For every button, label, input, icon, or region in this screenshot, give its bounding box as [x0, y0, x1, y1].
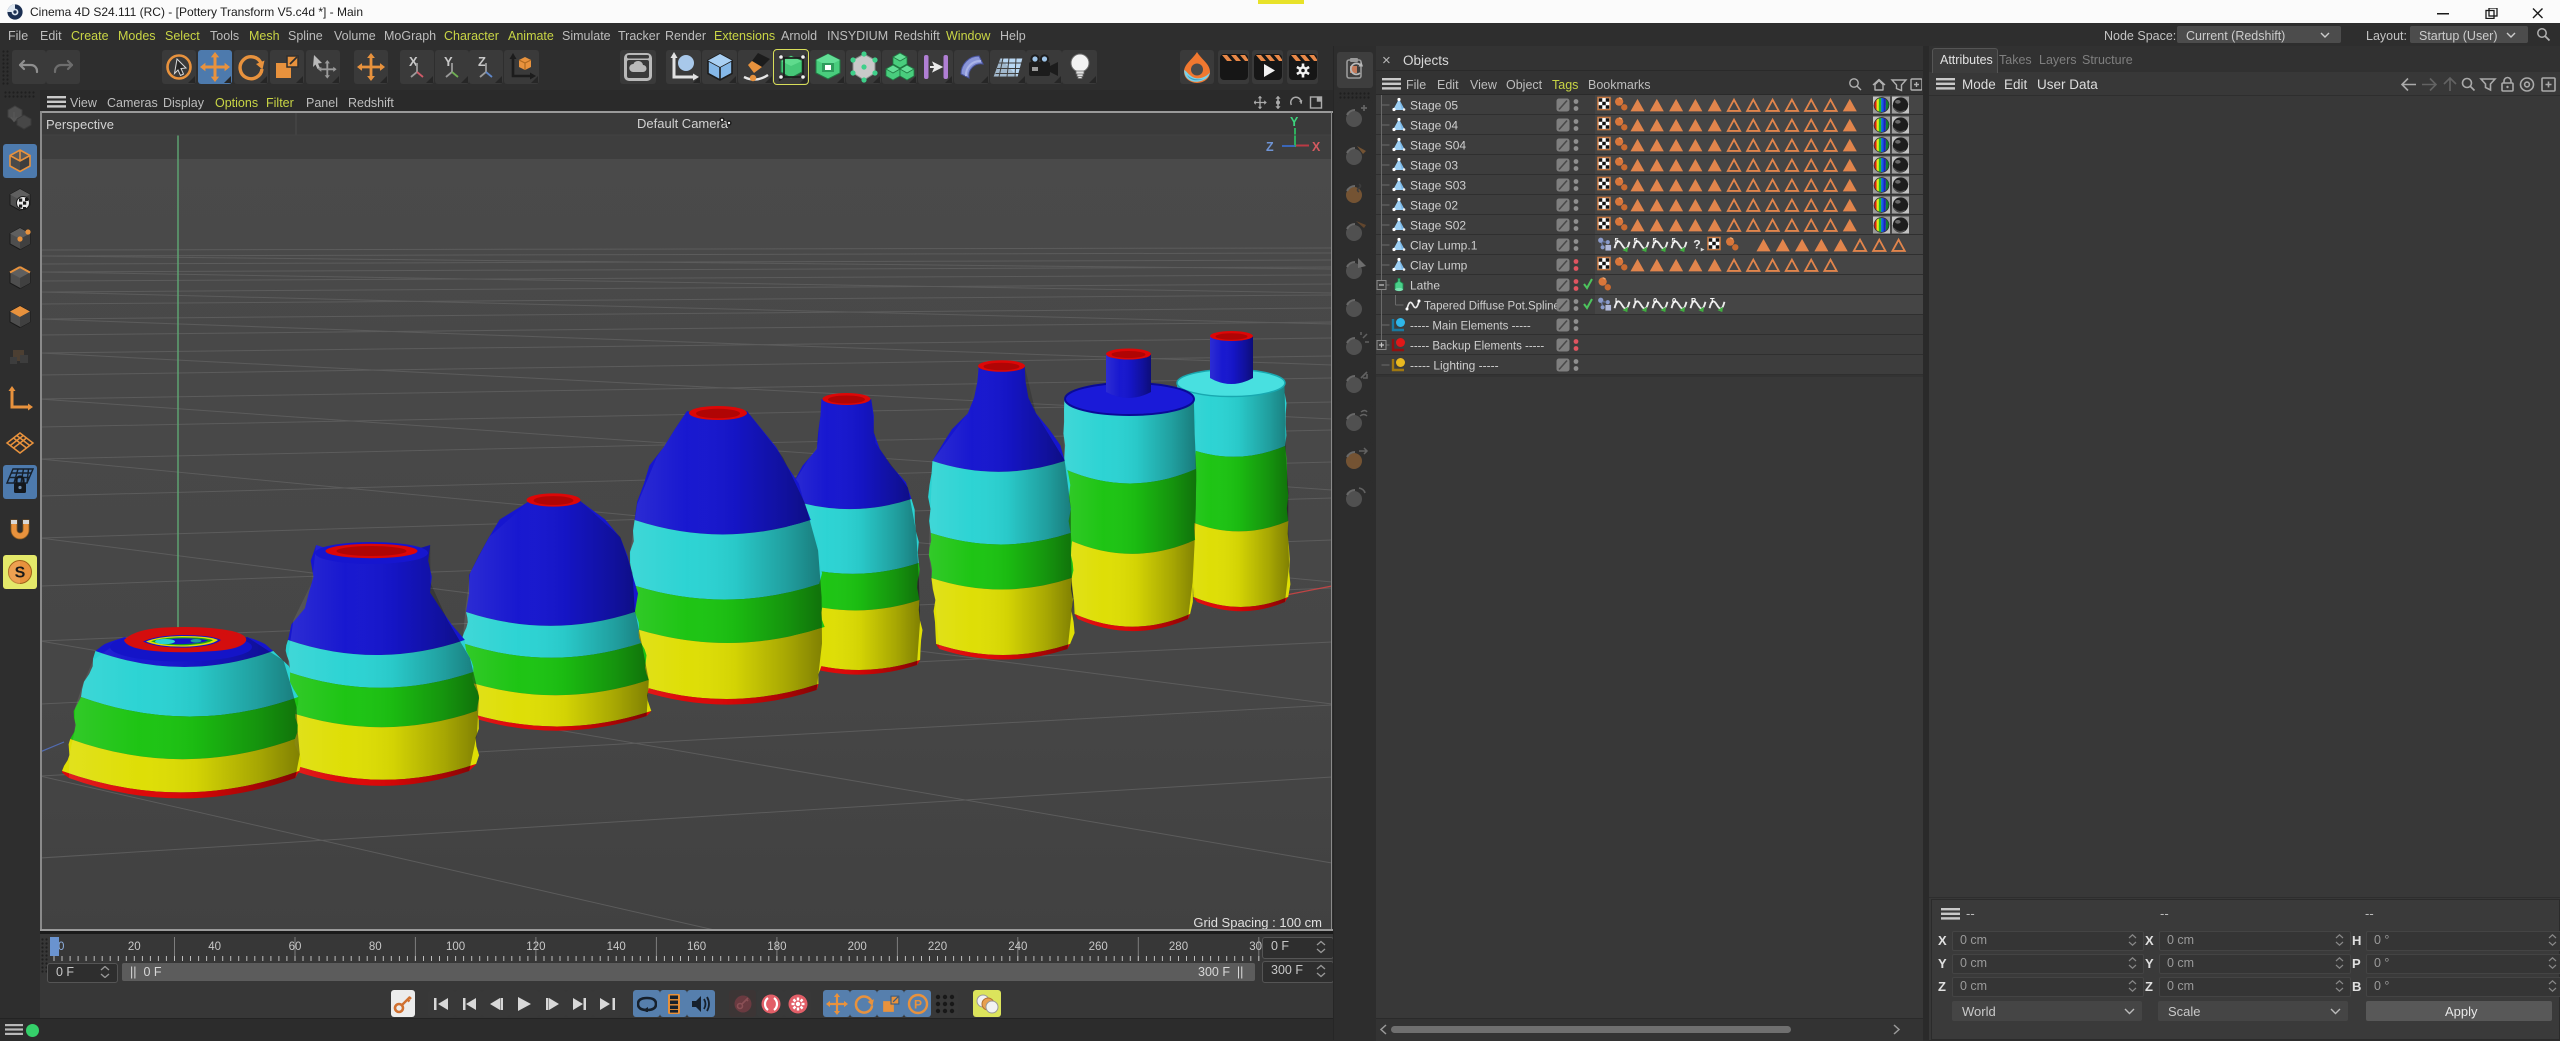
svg-text:0: 0 — [1672, 296, 1676, 305]
svg-text:X: X — [1312, 140, 1321, 154]
svg-text:Grid Spacing : 100 cm: Grid Spacing : 100 cm — [1193, 915, 1322, 930]
svg-text:Stage S04: Stage S04 — [1410, 139, 1466, 153]
svg-text:240: 240 — [1008, 941, 1027, 953]
svg-text:220: 220 — [928, 941, 947, 953]
svg-text:P: P — [1691, 296, 1696, 305]
svg-text:----- Lighting -----: ----- Lighting ----- — [1410, 359, 1499, 373]
svg-text:Clay Lump.1: Clay Lump.1 — [1410, 239, 1478, 253]
svg-text:200: 200 — [848, 941, 867, 953]
svg-text:Lathe: Lathe — [1410, 279, 1440, 293]
svg-text:Default Camera: Default Camera — [637, 116, 729, 131]
svg-text:5: 5 — [1634, 236, 1638, 245]
svg-text:140: 140 — [607, 941, 626, 953]
svg-text:120: 120 — [526, 941, 545, 953]
svg-text:Z: Z — [1266, 140, 1274, 154]
svg-text:60: 60 — [289, 941, 302, 953]
svg-text:160: 160 — [687, 941, 706, 953]
svg-text:I: I — [1615, 296, 1617, 305]
svg-text:Stage S03: Stage S03 — [1410, 179, 1466, 193]
svg-text:Clay Lump: Clay Lump — [1410, 259, 1468, 273]
svg-text:I: I — [1634, 296, 1636, 305]
svg-text:Stage S02: Stage S02 — [1410, 219, 1466, 233]
svg-text:260: 260 — [1089, 941, 1108, 953]
svg-text:Stage 05: Stage 05 — [1410, 99, 1458, 113]
svg-text:S: S — [15, 565, 26, 582]
svg-text:----- Backup Elements -----: ----- Backup Elements ----- — [1410, 341, 1544, 353]
svg-text:100: 100 — [446, 941, 465, 953]
svg-text:Perspective: Perspective — [46, 117, 114, 132]
svg-text:T: T — [1710, 296, 1715, 305]
svg-text:5: 5 — [1615, 236, 1619, 245]
svg-text:----- Main Elements -----: ----- Main Elements ----- — [1410, 321, 1531, 333]
svg-text:5: 5 — [1672, 236, 1676, 245]
svg-text:Tapered Diffuse Pot.Spline: Tapered Diffuse Pot.Spline — [1424, 301, 1560, 313]
svg-text:Y: Y — [1290, 115, 1299, 129]
svg-text:5: 5 — [1653, 236, 1657, 245]
svg-text:P: P — [913, 997, 921, 1011]
svg-text:0: 0 — [1653, 296, 1657, 305]
svg-text:180: 180 — [767, 941, 786, 953]
svg-text:280: 280 — [1169, 941, 1188, 953]
svg-text:80: 80 — [369, 941, 382, 953]
svg-text:Z: Z — [478, 54, 486, 69]
svg-text:Stage 03: Stage 03 — [1410, 159, 1458, 173]
svg-text:40: 40 — [208, 941, 221, 953]
svg-text:Stage 04: Stage 04 — [1410, 119, 1458, 133]
svg-text:20: 20 — [128, 941, 141, 953]
svg-text:Stage 02: Stage 02 — [1410, 199, 1458, 213]
